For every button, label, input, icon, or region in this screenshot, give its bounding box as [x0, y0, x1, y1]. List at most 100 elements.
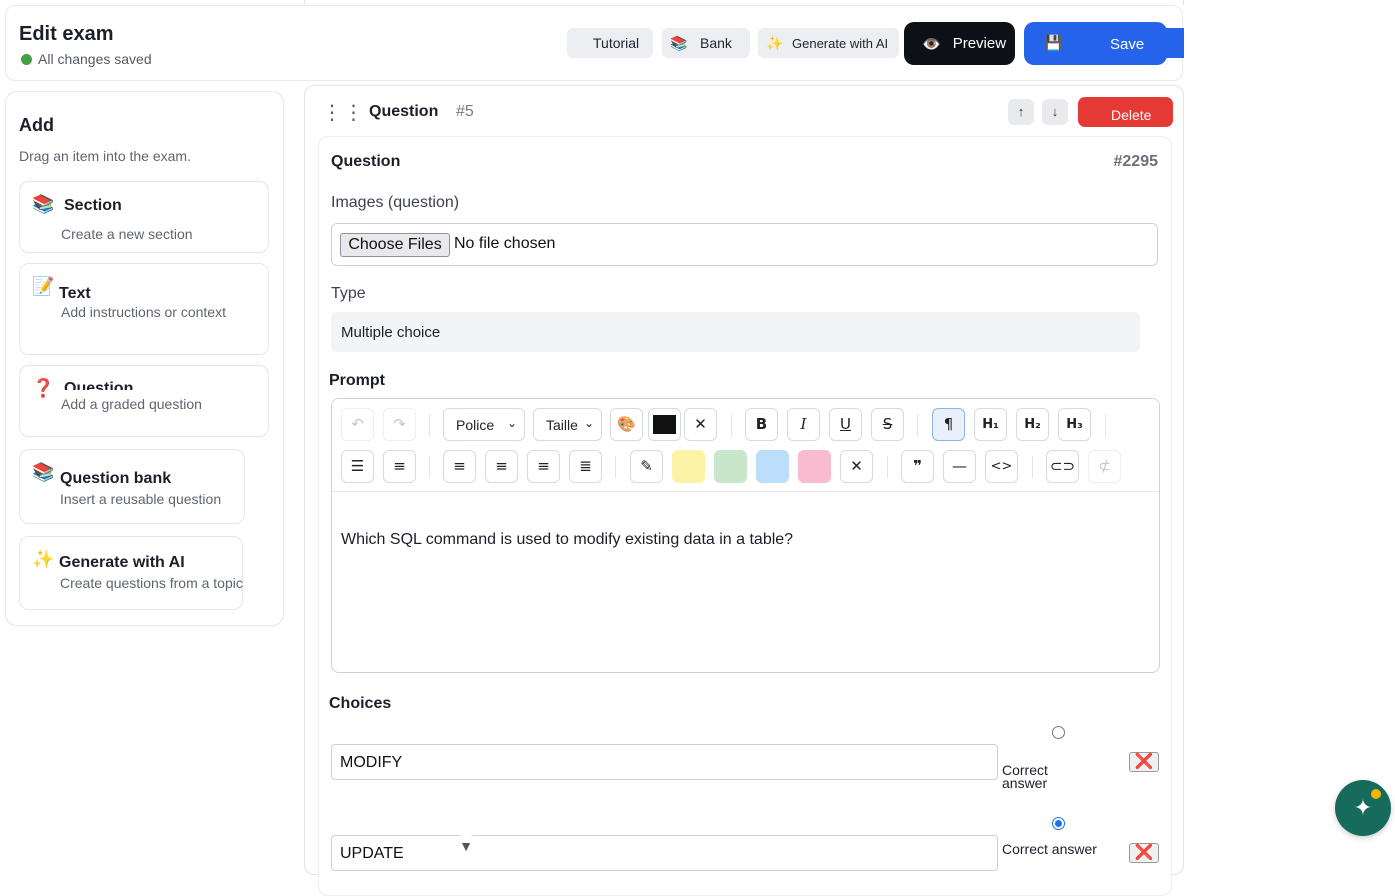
correct-answer-radio[interactable] — [1052, 726, 1065, 739]
question-block-number: #5 — [456, 103, 474, 120]
type-label: Type — [331, 285, 366, 302]
question-block: ⋮ ⋮ Question #5 ↑ ↓ Delete Question #229… — [304, 85, 1184, 896]
toolbar-divider — [429, 414, 430, 436]
highlight-green-swatch[interactable] — [714, 450, 747, 483]
editor-toolbar: ↶ ↷ Police ⌄ Taille ⌄ 🎨 ✕ B I U S ¶ H₁ H… — [332, 399, 1159, 492]
add-generate-ai-subtitle: Create questions from a topic — [60, 575, 243, 591]
add-text-card[interactable]: 📝 Text Add instructions or context — [19, 263, 269, 355]
save-button-edge[interactable] — [1166, 28, 1184, 58]
add-section-title: Section — [64, 197, 122, 214]
preview-button[interactable]: 👁️ Preview — [904, 22, 1015, 65]
font-select[interactable]: Police ⌄ — [443, 408, 525, 441]
font-select-value: Police — [456, 417, 495, 433]
unlink-icon[interactable]: ⊄ — [1088, 450, 1121, 483]
highlighter-icon[interactable]: ✎ — [630, 450, 663, 483]
type-select-value: Multiple choice — [341, 324, 441, 341]
add-text-subtitle: Add instructions or context — [61, 304, 226, 320]
highlight-yellow-swatch[interactable] — [672, 450, 705, 483]
prompt-text[interactable]: Which SQL command is used to modify exis… — [341, 531, 793, 549]
generate-ai-button-label: Generate with AI — [792, 35, 889, 51]
prompt-label: Prompt — [329, 372, 385, 389]
add-text-title: Text — [59, 285, 91, 302]
notification-dot — [1369, 787, 1383, 801]
move-down-button[interactable]: ↓ — [1042, 99, 1068, 125]
page-title: Edit exam — [19, 23, 114, 45]
blockquote-icon[interactable]: ❞ — [901, 450, 934, 483]
choice-input[interactable]: MODIFY — [331, 744, 998, 780]
bank-button[interactable]: 📚 Bank — [662, 28, 750, 58]
undo-icon[interactable]: ↶ — [341, 408, 374, 441]
italic-icon[interactable]: I — [787, 408, 820, 441]
toolbar-divider — [1032, 456, 1033, 478]
add-panel-hint: Drag an item into the exam. — [19, 148, 191, 164]
books-icon: 📚 — [670, 35, 688, 51]
type-select[interactable]: Multiple choice — [331, 312, 1140, 352]
save-button[interactable]: 💾 Save — [1024, 22, 1167, 65]
heading-1-icon[interactable]: H₁ — [974, 408, 1007, 441]
strikethrough-icon[interactable]: S — [871, 408, 904, 441]
palette-icon[interactable]: 🎨 — [610, 408, 643, 441]
drag-cursor-icon: ▼ — [452, 835, 480, 857]
add-section-card[interactable]: 📚 Section Create a new section — [19, 181, 269, 253]
add-question-title: Question — [64, 380, 134, 390]
redo-icon[interactable]: ↷ — [383, 408, 416, 441]
bullet-list-icon[interactable]: ☰ — [341, 450, 374, 483]
sparkles-icon: ✨ — [766, 35, 784, 51]
clear-color-icon[interactable]: ✕ — [684, 408, 717, 441]
toolbar-divider — [615, 456, 616, 478]
choices-label: Choices — [329, 695, 392, 712]
highlight-pink-swatch[interactable] — [798, 450, 831, 483]
add-question-bank-title: Question bank — [60, 470, 172, 487]
align-left-icon[interactable]: ≡ — [443, 450, 476, 483]
editor-header: Edit exam All changes saved Tutorial 📚 B… — [5, 5, 1184, 81]
question-mark-icon: ❓ — [32, 378, 55, 398]
add-generate-ai-card[interactable]: ✨ Generate with AI Create questions from… — [19, 536, 243, 610]
highlight-blue-swatch[interactable] — [756, 450, 789, 483]
question-id: #2295 — [1113, 153, 1159, 170]
clear-highlight-icon[interactable]: ✕ — [840, 450, 873, 483]
assistant-sparkle-icon[interactable]: ✦ — [1335, 780, 1391, 836]
rich-text-editor[interactable]: ↶ ↷ Police ⌄ Taille ⌄ 🎨 ✕ B I U S ¶ H₁ H… — [331, 398, 1160, 673]
align-justify-icon[interactable]: ≣ — [569, 450, 602, 483]
move-up-button[interactable]: ↑ — [1008, 99, 1034, 125]
save-status-text: All changes saved — [38, 51, 152, 67]
chevron-down-icon: ⌄ — [583, 416, 594, 430]
text-color-swatch — [653, 415, 676, 434]
delete-button-label: Delete — [1111, 107, 1152, 123]
image-file-input[interactable]: Choose Files No file chosen — [331, 223, 1158, 266]
add-section-subtitle: Create a new section — [61, 226, 193, 242]
choose-files-button[interactable]: Choose Files — [340, 233, 450, 257]
generate-ai-button[interactable]: ✨ Generate with AI — [758, 28, 899, 58]
eye-icon: 👁️ — [922, 35, 941, 53]
chevron-down-icon: ⌄ — [506, 416, 517, 430]
tutorial-icon — [571, 34, 581, 52]
add-generate-ai-title: Generate with AI — [59, 554, 185, 571]
drag-handle-icon[interactable]: ⋮ ⋮ — [322, 100, 364, 125]
remove-choice-icon[interactable]: ❌ — [1129, 752, 1159, 772]
status-dot-icon — [21, 54, 32, 65]
text-color-picker[interactable] — [648, 408, 681, 441]
bold-icon[interactable]: B — [745, 408, 778, 441]
choice-text: UPDATE — [340, 845, 404, 862]
numbered-list-icon[interactable]: ≡ — [383, 450, 416, 483]
heading-3-icon[interactable]: H₃ — [1058, 408, 1091, 441]
delete-button[interactable]: Delete — [1078, 97, 1173, 127]
heading-2-icon[interactable]: H₂ — [1016, 408, 1049, 441]
paragraph-icon[interactable]: ¶ — [932, 408, 965, 441]
toolbar-divider — [1105, 414, 1106, 436]
link-icon[interactable]: ⊂⊃ — [1046, 450, 1079, 483]
code-icon[interactable]: <> — [985, 450, 1018, 483]
choice-input[interactable]: UPDATE — [331, 835, 998, 871]
horizontal-rule-icon[interactable]: — — [943, 450, 976, 483]
correct-answer-radio[interactable] — [1052, 817, 1065, 830]
tutorial-button[interactable]: Tutorial — [567, 28, 653, 58]
size-select[interactable]: Taille ⌄ — [533, 408, 602, 441]
underline-icon[interactable]: U — [829, 408, 862, 441]
books-icon: 📚 — [32, 194, 55, 214]
add-question-bank-card[interactable]: 📚 Question bank Insert a reusable questi… — [19, 449, 245, 524]
add-question-card[interactable]: ❓ Question Add a graded question — [19, 365, 269, 437]
remove-choice-icon[interactable]: ❌ — [1129, 843, 1159, 863]
question-block-label: Question — [369, 103, 439, 120]
align-center-icon[interactable]: ≡ — [485, 450, 518, 483]
align-right-icon[interactable]: ≡ — [527, 450, 560, 483]
